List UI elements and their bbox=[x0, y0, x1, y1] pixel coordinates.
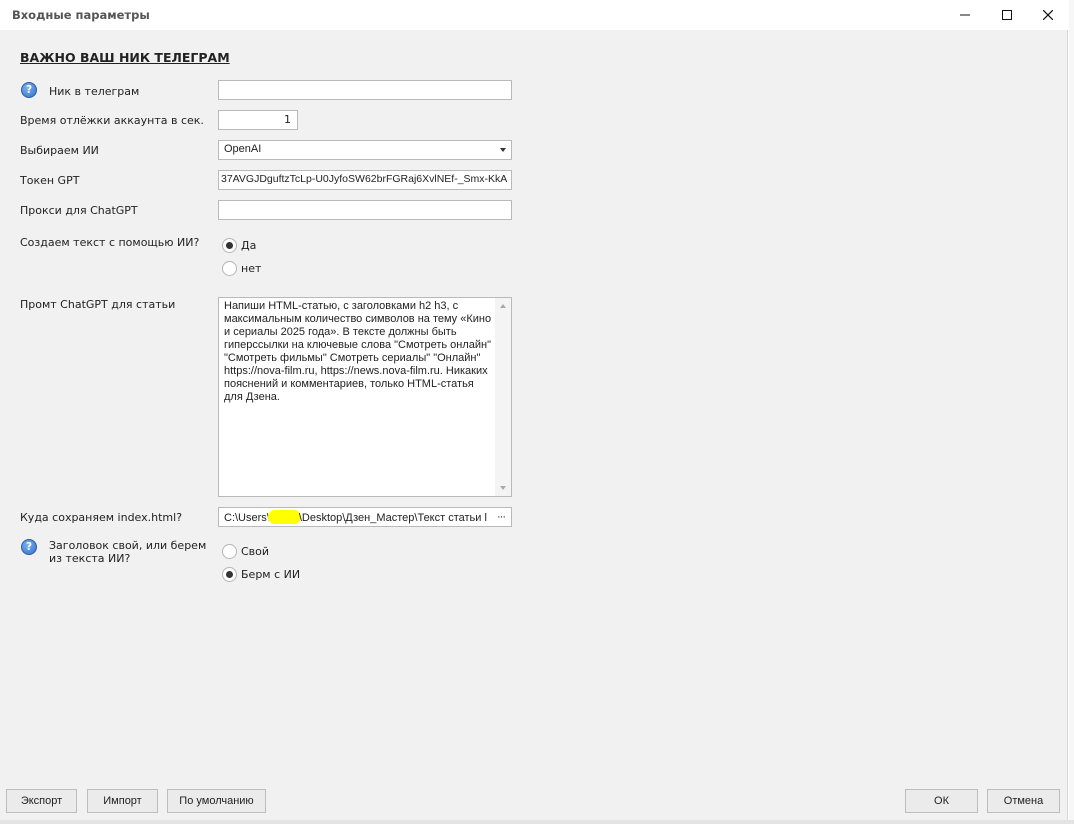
save-path-start: C:\Users\ bbox=[224, 512, 270, 524]
sleep-time-label: Время отлёжки аккаунта в сек. bbox=[20, 114, 204, 127]
create-text-ai-label: Создаем текст с помощью ИИ? bbox=[20, 236, 200, 249]
radio-button[interactable] bbox=[222, 261, 237, 276]
maximize-icon bbox=[1002, 10, 1012, 20]
help-icon[interactable]: ? bbox=[21, 539, 37, 555]
prompt-label: Промт ChatGPT для статьи bbox=[20, 298, 176, 311]
cancel-button[interactable]: Отмена bbox=[987, 789, 1060, 813]
radio-no-label: нет bbox=[241, 262, 262, 275]
radio-from-ai-label: Берм с ИИ bbox=[241, 568, 301, 581]
import-button[interactable]: Импорт bbox=[87, 789, 158, 813]
gpt-token-label: Токен GPT bbox=[20, 174, 80, 187]
browse-button[interactable]: ··· bbox=[491, 508, 511, 526]
close-button[interactable] bbox=[1027, 0, 1069, 30]
prompt-textarea[interactable]: Напиши HTML-статью, с заголовками h2 h3,… bbox=[218, 297, 512, 497]
chevron-down-icon bbox=[500, 148, 506, 152]
ai-choice-select[interactable]: OpenAI bbox=[218, 140, 512, 160]
radio-button-checked[interactable] bbox=[222, 567, 237, 582]
scroll-down-icon[interactable] bbox=[500, 486, 506, 490]
telegram-nick-label: Ник в телеграм bbox=[49, 85, 140, 98]
radio-button[interactable] bbox=[222, 544, 237, 559]
ai-choice-label: Выбираем ИИ bbox=[20, 144, 99, 157]
minimize-button[interactable] bbox=[944, 0, 986, 30]
background-taskbar-strip bbox=[0, 820, 1074, 824]
default-button[interactable]: По умолчанию bbox=[167, 789, 266, 813]
title-bar: Входные параметры bbox=[0, 0, 1068, 30]
prompt-text: Напиши HTML-статью, с заголовками h2 h3,… bbox=[224, 300, 495, 403]
window-title: Входные параметры bbox=[12, 8, 150, 22]
save-path-input[interactable]: C:\Users\ \Desktop\Дзен_Мастер\Текст стат… bbox=[218, 507, 512, 527]
save-path-label: Куда сохраняем index.html? bbox=[20, 511, 183, 524]
close-icon bbox=[1043, 10, 1053, 20]
radio-own[interactable]: Свой bbox=[222, 544, 269, 559]
background-window-edge bbox=[1069, 0, 1074, 824]
sleep-time-input[interactable]: 1 bbox=[218, 110, 298, 130]
scroll-up-icon[interactable] bbox=[500, 304, 506, 308]
save-path-end: \Desktop\Дзен_Мастер\Текст статьи l bbox=[298, 512, 487, 524]
ai-choice-value: OpenAI bbox=[224, 143, 262, 155]
heading-source-label: Заголовок свой, или берем из текста ИИ? bbox=[49, 539, 207, 565]
telegram-nick-input[interactable] bbox=[218, 80, 512, 100]
input-parameters-dialog: Входные параметры ВАЖНО ВАШ НИК ТЕЛЕГРАМ… bbox=[0, 0, 1068, 820]
maximize-button[interactable] bbox=[986, 0, 1028, 30]
chatgpt-proxy-input[interactable] bbox=[218, 200, 512, 220]
radio-own-label: Свой bbox=[241, 545, 270, 558]
ok-button[interactable]: ОК bbox=[905, 789, 978, 813]
gpt-token-input[interactable]: 37AVGJDguftzTcLp-U0JyfoSW62brFGRaj6XvlNE… bbox=[218, 170, 512, 190]
section-title: ВАЖНО ВАШ НИК ТЕЛЕГРАМ bbox=[20, 50, 230, 65]
export-button[interactable]: Экспорт bbox=[6, 789, 77, 813]
radio-yes[interactable]: Да bbox=[222, 238, 256, 253]
radio-from-ai[interactable]: Берм с ИИ bbox=[222, 567, 300, 582]
help-icon[interactable]: ? bbox=[21, 82, 37, 98]
radio-no[interactable]: нет bbox=[222, 261, 261, 276]
radio-yes-label: Да bbox=[241, 239, 257, 252]
minimize-icon bbox=[960, 14, 970, 16]
vertical-scrollbar[interactable] bbox=[495, 298, 511, 496]
chatgpt-proxy-label: Прокси для ChatGPT bbox=[20, 204, 138, 217]
redacted-username bbox=[267, 510, 301, 524]
radio-button-checked[interactable] bbox=[222, 238, 237, 253]
